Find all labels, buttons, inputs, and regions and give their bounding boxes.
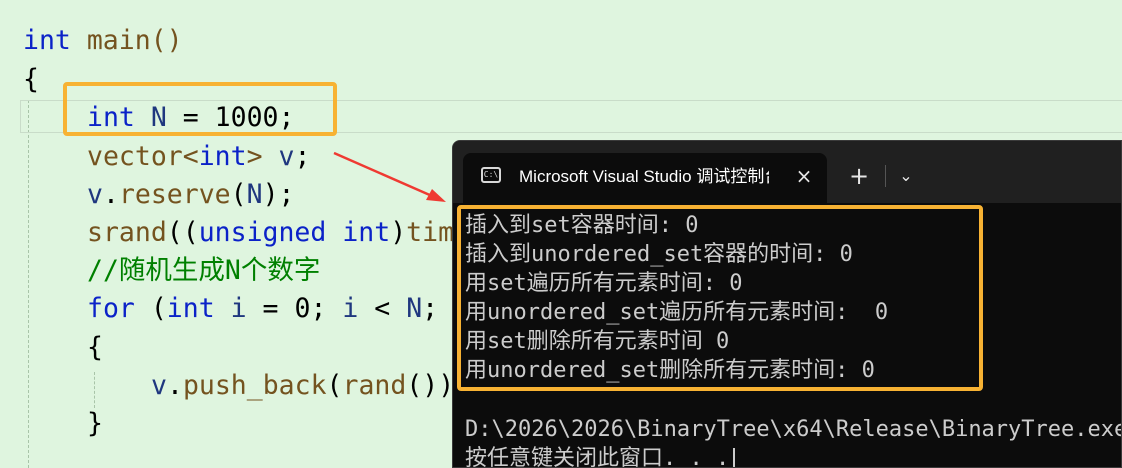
paren: ()) — [406, 370, 455, 401]
chevron-down-icon[interactable]: ⌄ — [891, 161, 921, 191]
prompt-text: 按任意键关闭此窗口. . . — [465, 446, 730, 468]
code-line-comment[interactable]: //随机生成N个数字 — [87, 253, 320, 289]
keyword: int — [23, 25, 71, 56]
text-cursor — [733, 448, 736, 467]
brace: { — [87, 332, 103, 363]
operator: < — [358, 293, 407, 324]
variable: v — [151, 370, 167, 401]
variable: N — [246, 179, 263, 210]
function-name: rand — [342, 370, 407, 401]
output-line: 用unordered_set遍历所有元素时间: 0 — [465, 300, 889, 325]
variable: i — [342, 293, 359, 324]
output-line: 插入到unordered_set容器的时间: 0 — [465, 242, 853, 267]
paren: ( — [326, 370, 343, 401]
titlebar-divider — [885, 165, 886, 187]
output-line: 用set删除所有元素时间 0 — [465, 329, 730, 354]
brace: { — [23, 64, 39, 95]
number-literal: 0 — [294, 293, 311, 324]
variable: N — [406, 293, 423, 324]
console-titlebar[interactable]: C:\ Microsoft Visual Studio 调试控制台 × + ⌄ — [453, 141, 1121, 203]
variable: i — [214, 293, 247, 324]
keyword: for — [87, 293, 135, 324]
operator: = — [246, 293, 295, 324]
keyword: int — [166, 293, 215, 324]
paren: ) — [390, 217, 407, 248]
tab-title: Microsoft Visual Studio 调试控制台 — [519, 167, 769, 186]
semicolon: ; — [310, 293, 343, 324]
annotation-highlight-box — [63, 82, 337, 136]
brace: } — [87, 408, 103, 439]
code-line-close-brace-inner[interactable]: } — [87, 406, 103, 442]
function-name: srand — [87, 217, 167, 248]
keyword: unsigned — [198, 217, 327, 248]
code-line-push-back[interactable]: v.push_back(rand()) — [151, 368, 454, 404]
code-line-open-brace[interactable]: { — [23, 62, 39, 98]
code-line-main[interactable]: int main() — [23, 23, 183, 59]
operator: . — [102, 179, 119, 210]
operator: . — [166, 370, 183, 401]
code-line-for[interactable]: for (int i = 0; i < N; — [87, 291, 438, 327]
prompt-line: 按任意键关闭此窗口. . . — [465, 444, 736, 468]
console-tab[interactable]: C:\ Microsoft Visual Studio 调试控制台 × — [463, 153, 827, 203]
paren: ( — [230, 179, 247, 210]
comment: //随机生成N个数字 — [87, 255, 321, 286]
code-line-open-brace-inner[interactable]: { — [87, 330, 103, 366]
output-line: 插入到set容器时间: 0 — [465, 213, 699, 238]
code-line-reserve[interactable]: v.reserve(N); — [87, 177, 294, 213]
terminal-icon: C:\ — [481, 167, 501, 183]
output-line: 用set遍历所有元素时间: 0 — [465, 271, 743, 296]
new-tab-button[interactable]: + — [843, 161, 875, 191]
function-name: reserve — [118, 179, 231, 210]
code-line-vector[interactable]: vector<int> v; — [87, 139, 310, 175]
keyword: int — [342, 217, 391, 248]
paren: (( — [166, 217, 199, 248]
type-name: vector< — [87, 141, 199, 172]
output-line: 用unordered_set删除所有元素时间: 0 — [465, 358, 875, 383]
close-icon[interactable]: × — [789, 161, 819, 191]
function-name: push_back — [182, 370, 327, 401]
console-window[interactable]: C:\ Microsoft Visual Studio 调试控制台 × + ⌄ … — [452, 140, 1122, 468]
function-name: main() — [70, 25, 183, 56]
variable: v — [87, 179, 103, 210]
variable: v — [278, 141, 295, 172]
semicolon: ; — [294, 141, 311, 172]
function-name: tim — [406, 217, 455, 248]
paren: ); — [262, 179, 295, 210]
keyword: int — [198, 141, 247, 172]
paren: ( — [134, 293, 167, 324]
semicolon: ; — [422, 293, 439, 324]
indent-guide — [94, 372, 95, 408]
exe-path-line: D:\2026\2026\BinaryTree\x64\Release\Bina… — [465, 417, 1122, 442]
indent-guide — [28, 100, 29, 468]
type-name: > — [246, 141, 279, 172]
code-line-srand[interactable]: srand((unsigned int)tim — [87, 215, 454, 251]
